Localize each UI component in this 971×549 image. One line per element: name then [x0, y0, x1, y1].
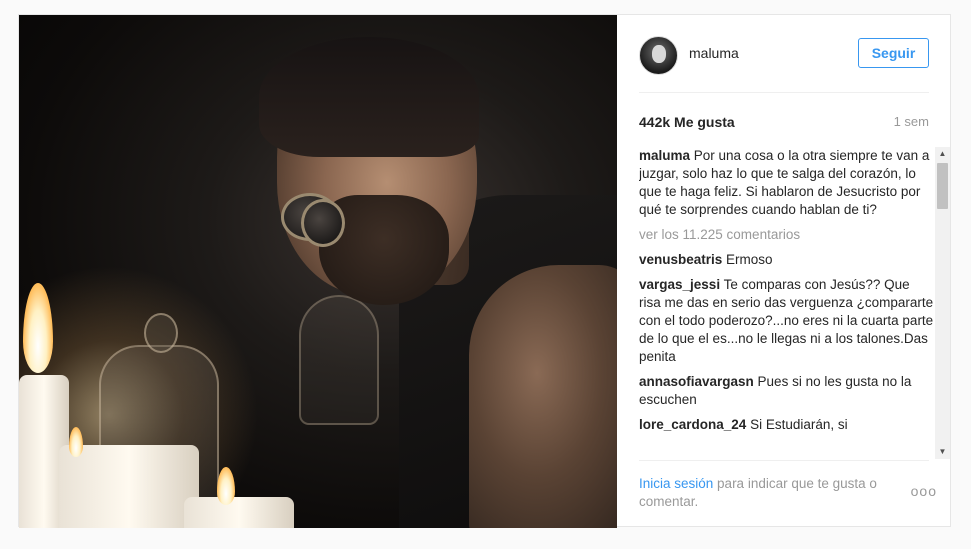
glass-jar-lid [144, 313, 178, 353]
profile-avatar[interactable] [639, 36, 678, 75]
post-header: maluma Seguir [639, 33, 929, 93]
scroll-up-arrow-icon[interactable]: ▲ [935, 147, 950, 161]
login-prompt: Inicia sesión para indicar que te gusta … [639, 475, 889, 511]
comment-item: annasofiavargasn Pues si no les gusta no… [639, 373, 935, 409]
comment-text: Ermoso [722, 252, 773, 267]
scroll-down-arrow-icon[interactable]: ▼ [935, 445, 950, 459]
comment-username[interactable]: maluma [639, 148, 690, 163]
comments-scrollbar[interactable]: ▲ ▼ [935, 147, 950, 459]
post-timestamp[interactable]: 1 sem [894, 114, 929, 129]
comment-item: lore_cardona_24 Si Estudiarán, si [639, 416, 935, 434]
comment-item: venusbeatris Ermoso [639, 251, 935, 269]
post-photo[interactable] [19, 15, 617, 528]
comments-list: maluma Por una cosa o la otra siempre te… [639, 147, 935, 459]
comment-username[interactable]: vargas_jessi [639, 277, 720, 292]
username[interactable]: maluma [689, 45, 739, 61]
post-sidebar: maluma Seguir 442k Me gusta 1 sem maluma… [617, 15, 952, 528]
comment-username[interactable]: annasofiavargasn [639, 374, 754, 389]
glass-jar-back [299, 295, 379, 425]
comment-item: vargas_jessi Te comparas con Jesús?? Que… [639, 276, 935, 366]
scrollbar-thumb[interactable] [937, 163, 948, 209]
sunglasses-lens [301, 199, 345, 247]
person-hair [259, 37, 479, 157]
candle [184, 497, 294, 528]
tattooed-arm [469, 265, 617, 528]
more-options-icon[interactable]: ooo [911, 483, 937, 499]
comment-username[interactable]: lore_cardona_24 [639, 417, 746, 432]
comment-username[interactable]: venusbeatris [639, 252, 722, 267]
post-footer: Inicia sesión para indicar que te gusta … [639, 460, 936, 520]
follow-button[interactable]: Seguir [858, 38, 929, 68]
instagram-post-embed: maluma Seguir 442k Me gusta 1 sem maluma… [18, 14, 952, 528]
load-more-comments-link[interactable]: ver los 11.225 comentarios [639, 226, 935, 244]
comment-text: Si Estudiarán, si [746, 417, 848, 432]
likes-count: 442k Me gusta [639, 114, 735, 130]
login-link[interactable]: Inicia sesión [639, 476, 713, 491]
candle [59, 445, 199, 528]
caption: maluma Por una cosa o la otra siempre te… [639, 147, 935, 219]
